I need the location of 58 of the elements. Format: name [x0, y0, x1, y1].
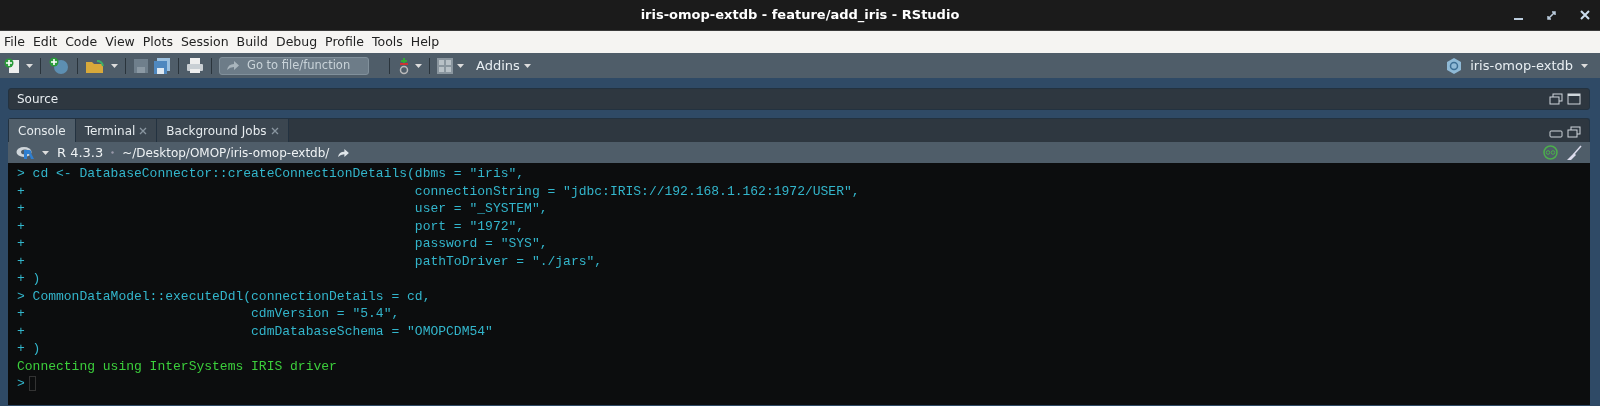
restore-icon[interactable] [1567, 126, 1581, 138]
grid-layout-icon[interactable] [437, 57, 453, 74]
console-code-line: + user = "_SYSTEM", [17, 200, 549, 218]
console-code-line: > cd <- DatabaseConnector::createConnectionDetails(dbms = "iris", [17, 165, 526, 183]
console-tab[interactable]: Terminal [75, 119, 158, 142]
menu-item[interactable]: View [101, 32, 139, 52]
dropdown-caret-icon[interactable] [42, 150, 49, 155]
dropdown-caret-icon[interactable] [111, 63, 118, 68]
folder-icon[interactable] [85, 57, 107, 74]
console-code-line: + cdmVersion = "5.4", [17, 305, 401, 323]
maximize-icon[interactable] [1547, 10, 1556, 20]
dropdown-caret-icon[interactable] [457, 63, 464, 68]
menu-item[interactable]: Debug [272, 32, 322, 52]
dropdown-caret-icon[interactable] [26, 63, 33, 68]
console-code-line: + port = "1972", [17, 217, 526, 235]
console-tab[interactable]: Background Jobs [157, 119, 289, 142]
dropdown-caret-icon[interactable] [1581, 63, 1588, 68]
print-icon[interactable] [186, 57, 204, 74]
minimize-pane-icon[interactable] [1549, 130, 1563, 138]
menu-item[interactable]: Help [406, 32, 444, 52]
console-code-line: + pathToDriver = "./jars", [17, 252, 604, 270]
console-code-line: + cdmDatabaseSchema = "OMOPCDM54" [17, 322, 494, 340]
menu-item[interactable]: Tools [368, 32, 407, 52]
new-project-icon[interactable] [48, 56, 70, 75]
project-menu[interactable]: iris-omop-extdb [1470, 55, 1573, 76]
menu-item[interactable]: File [0, 32, 29, 52]
console-code-line: + ) [17, 270, 42, 288]
menu-item[interactable]: Edit [28, 32, 62, 52]
menu-item[interactable]: Session [176, 32, 233, 52]
menu-item[interactable]: Profile [321, 32, 368, 52]
working-directory: ~/Desktop/OMOP/iris-omop-extdb/ [122, 144, 330, 162]
broom-icon[interactable] [1566, 144, 1582, 161]
r-project-icon [1446, 57, 1463, 74]
window-title: iris-omop-extdb - feature/add_iris - RStudio [640, 6, 960, 25]
arrow-icon [226, 60, 239, 71]
console-code-line: + connectionString = "jdbc:IRIS://192.168.1.162:1972/USER", [17, 182, 861, 200]
refresh-icon[interactable] [397, 56, 411, 75]
save-all-icon[interactable] [153, 57, 171, 74]
addins-menu[interactable]: Addins [476, 55, 520, 76]
console-output-line: Connecting using InterSystems IRIS driver [17, 357, 338, 375]
maximize-pane-icon[interactable] [1567, 93, 1581, 105]
menu-item[interactable]: Code [61, 32, 102, 52]
r-version: R 4.3.3 [57, 143, 104, 162]
dropdown-caret-icon[interactable] [415, 63, 422, 68]
console-tab[interactable]: Console [9, 119, 76, 142]
console-code-line: + password = "SYS", [17, 235, 549, 253]
console-prompt: > [17, 375, 1590, 393]
menu-item[interactable]: Plots [138, 32, 177, 52]
menu-item[interactable]: Build [232, 32, 272, 52]
arrow-icon[interactable] [337, 147, 350, 158]
restore-icon[interactable] [1549, 93, 1563, 105]
separator-dot-icon [111, 151, 115, 154]
r-logo-icon [16, 146, 34, 159]
new-file-icon[interactable] [4, 57, 22, 74]
console-code-line: > CommonDataModel::executeDdl(connectionDetails = cd, [17, 287, 432, 305]
dropdown-caret-icon[interactable] [523, 63, 531, 68]
pane-title: Source [17, 91, 59, 108]
console-code-line: + ) [17, 340, 42, 358]
